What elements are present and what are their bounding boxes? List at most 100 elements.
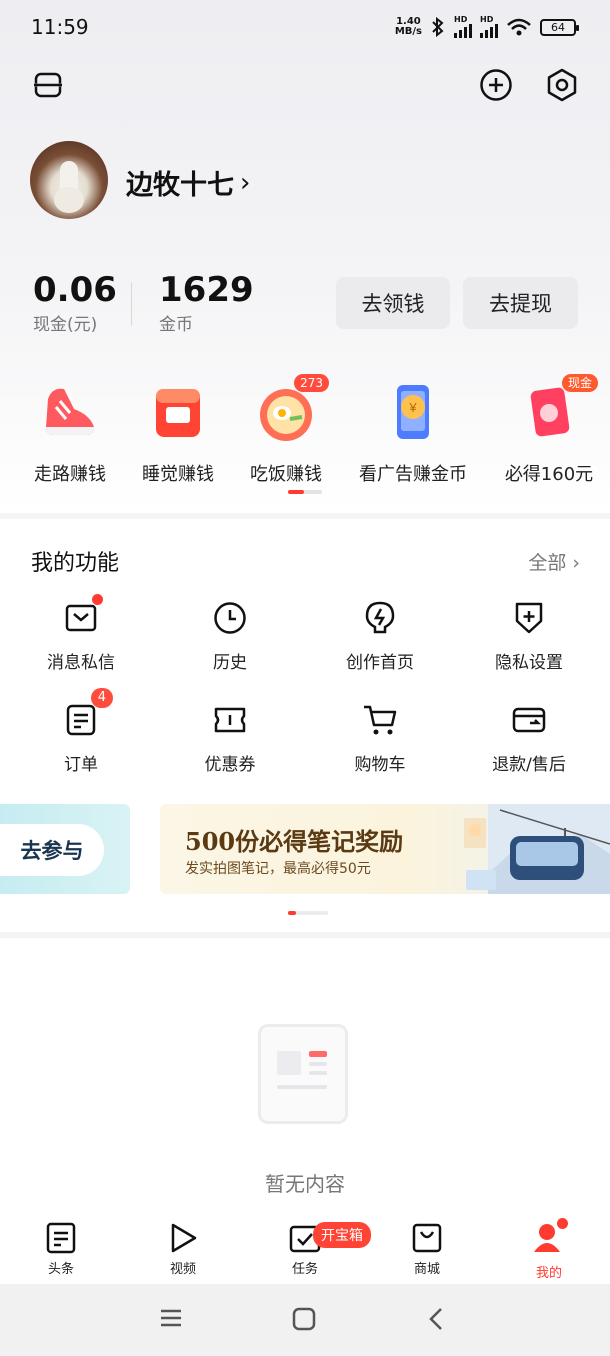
tab-profile[interactable]: 我的 (509, 1218, 589, 1281)
earn-item-eat[interactable]: 273 吃饭赚钱 (231, 374, 341, 486)
func-label-messages: 消息私信 (47, 653, 115, 673)
func-creator[interactable]: 创作首页 (320, 598, 440, 673)
alarm-clock-icon (143, 376, 213, 446)
earn-item-walk[interactable]: 走路赚钱 (15, 376, 125, 486)
claim-money-button[interactable]: 去领钱 (336, 277, 450, 329)
tab-label-mall: 商城 (413, 1262, 440, 1277)
svg-text:¥: ¥ (408, 400, 417, 415)
phone-coin-icon: ¥ (378, 376, 448, 446)
func-history[interactable]: 历史 (170, 598, 290, 673)
recent-apps-icon[interactable] (159, 1308, 183, 1332)
func-coupons[interactable]: 优惠券 (170, 700, 290, 775)
func-label-orders: 订单 (64, 755, 98, 775)
functions-title: 我的功能 (31, 551, 120, 576)
coin-value: 1629 (159, 270, 254, 310)
signal-2-icon (480, 24, 498, 38)
network-speed: 1.40 MB/s (394, 16, 422, 37)
message-icon (61, 594, 103, 638)
earn-label-bonus: 必得160元 (504, 464, 594, 485)
join-button[interactable]: 去参与 (0, 824, 104, 876)
headline-icon (46, 1222, 76, 1254)
shield-plus-icon (509, 598, 549, 638)
earn-badge-bonus: 现金 (561, 374, 598, 392)
stat-divider (131, 282, 132, 326)
func-label-privacy: 隐私设置 (495, 653, 563, 673)
order-list-icon: 4 (61, 688, 113, 740)
play-icon (171, 1223, 197, 1253)
func-messages[interactable]: 消息私信 (21, 594, 141, 673)
unread-dot (92, 594, 103, 605)
hexagon-settings-icon[interactable] (544, 67, 580, 103)
signal-1: HD (454, 16, 472, 38)
tab-video[interactable]: 视频 (143, 1222, 223, 1277)
coin-label: 金币 (159, 315, 193, 335)
chevron-right-icon: › (572, 552, 580, 574)
promo-illustration (460, 804, 610, 894)
func-label-cart: 购物车 (354, 755, 406, 775)
profile-name-link[interactable]: 边牧十七 › (126, 163, 250, 202)
func-orders[interactable]: 4 订单 (21, 688, 141, 775)
avatar[interactable] (30, 141, 108, 219)
func-privacy[interactable]: 隐私设置 (469, 598, 589, 673)
tab-label-tasks: 任务 (291, 1262, 318, 1277)
func-label-history: 历史 (213, 653, 247, 673)
empty-state-text: 暂无内容 (265, 1172, 345, 1196)
clock-icon (210, 598, 250, 638)
treasure-box-badge[interactable]: 开宝箱 (313, 1222, 371, 1248)
tab-label-headlines: 头条 (47, 1262, 74, 1277)
sneaker-icon (35, 376, 105, 446)
battery-indicator: 64 (540, 18, 579, 36)
profile-dot (557, 1218, 568, 1229)
earn-label-walk: 走路赚钱 (34, 464, 106, 485)
earn-label-eat: 吃饭赚钱 (250, 464, 322, 485)
status-indicators: 1.40 MB/s HD HD 64 (394, 16, 579, 38)
red-envelope-icon: 现金 (514, 374, 598, 446)
signal-2: HD (480, 16, 498, 38)
func-label-refund: 退款/售后 (492, 755, 566, 775)
refund-card-icon (509, 700, 549, 740)
signal-1-icon (454, 24, 472, 38)
menu-lines-icon[interactable] (30, 67, 66, 103)
cash-label: 现金(元) (33, 315, 98, 335)
earn-label-sleep: 睡觉赚钱 (142, 464, 214, 485)
cart-icon (360, 700, 400, 740)
wifi-icon (507, 18, 531, 36)
functions-all-link[interactable]: 全部 › (528, 548, 580, 575)
tab-label-video: 视频 (169, 1262, 196, 1277)
chevron-right-icon: › (240, 167, 251, 198)
functions-all-label: 全部 (528, 552, 567, 574)
orders-badge: 4 (90, 688, 113, 708)
func-label-coupons: 优惠券 (204, 755, 256, 775)
back-icon[interactable] (427, 1306, 445, 1336)
promo-subtitle: 发实拍图笔记，最高必得50元 (185, 861, 371, 877)
earn-item-bonus[interactable]: 现金 必得160元 (494, 374, 604, 486)
func-cart[interactable]: 购物车 (320, 700, 440, 775)
bluetooth-icon (432, 17, 444, 37)
earn-item-sleep[interactable]: 睡觉赚钱 (123, 376, 233, 486)
tab-label-profile: 我的 (535, 1266, 562, 1281)
cash-value: 0.06 (33, 270, 117, 310)
lightning-bulb-icon (360, 598, 400, 638)
food-bowl-icon: 273 (251, 374, 329, 446)
coin-stat[interactable]: 1629 金币 (159, 270, 254, 335)
home-icon[interactable] (292, 1307, 316, 1335)
section-divider-2 (0, 932, 610, 938)
banner-indicator (288, 911, 328, 915)
earn-label-ads: 看广告赚金币 (359, 464, 467, 485)
profile-icon (532, 1218, 568, 1258)
tab-headlines[interactable]: 头条 (21, 1222, 101, 1277)
section-divider (0, 513, 610, 519)
earn-item-ads[interactable]: ¥ 看广告赚金币 (358, 376, 468, 486)
add-circle-icon[interactable] (478, 67, 514, 103)
empty-state-icon (258, 1024, 348, 1124)
promo-title: 500份必得笔记奖励 (185, 827, 404, 856)
func-refund[interactable]: 退款/售后 (469, 700, 589, 775)
earn-scroll-indicator (288, 490, 322, 494)
shopping-bag-icon (412, 1223, 442, 1253)
cash-stat[interactable]: 0.06 现金(元) (33, 270, 117, 335)
tab-mall[interactable]: 商城 (387, 1222, 467, 1277)
status-time: 11:59 (31, 15, 89, 39)
withdraw-button[interactable]: 去提现 (463, 277, 578, 329)
earn-badge-eat: 273 (294, 374, 329, 392)
func-label-creator: 创作首页 (346, 653, 414, 673)
